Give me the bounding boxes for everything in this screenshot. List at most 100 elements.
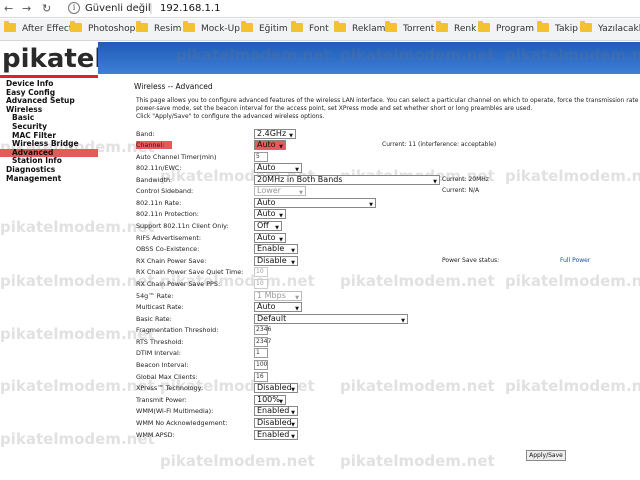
multicast-row: Multicast Rate: Auto ▼ xyxy=(136,302,636,313)
watermark: pikatelmodem.net xyxy=(160,452,315,470)
security-label[interactable]: Güvenli değil xyxy=(85,3,151,14)
separator: | xyxy=(149,1,153,14)
n-ewc-select[interactable]: Auto ▼ xyxy=(254,163,302,173)
basic-rate-select[interactable]: Default ▼ xyxy=(254,314,408,324)
wmm-noack-select[interactable]: Disabled ▼ xyxy=(254,418,298,428)
rx-chain-select[interactable]: Disable ▼ xyxy=(254,256,298,266)
beacon-row: Beacon Interval: 100 xyxy=(136,360,636,371)
n-ewc-row: 802.11n/EWC: Auto ▼ xyxy=(136,163,636,174)
content-header: Wireless -- Advanced xyxy=(134,82,640,97)
n-rate-select[interactable]: Auto ▼ xyxy=(254,198,376,208)
bookmark-renk[interactable]: Renk xyxy=(436,21,476,37)
wmm-row: WMM(Wi-Fi Multimedia): Enabled ▼ xyxy=(136,406,636,417)
folder-icon xyxy=(70,21,82,32)
max-clients-row: Global Max Clients: 16 xyxy=(136,372,636,383)
banner-accent xyxy=(0,75,98,78)
xpress-select[interactable]: Disabled ▼ xyxy=(254,383,298,393)
bookmark-egitim[interactable]: Eğitim xyxy=(241,21,288,37)
bookmark-photoshop[interactable]: Photoshop xyxy=(70,21,135,37)
dtim-input[interactable]: 1 xyxy=(254,348,268,358)
folder-icon xyxy=(241,21,253,32)
rx-quiet-input[interactable]: 10 xyxy=(254,267,268,277)
n-rate-label: 802.11n Rate: xyxy=(136,199,182,207)
auto-timer-row: Auto Channel Timer(min) 5 xyxy=(136,152,636,163)
band-row: Band: 2.4GHz ▼ xyxy=(136,129,636,140)
band-label: Band: xyxy=(136,130,155,138)
rx-pps-row: RX Chain Power Save PPS: 10 xyxy=(136,279,636,290)
rx-chain-row: RX Chain Power Save: Disable ▼ Power Save… xyxy=(136,256,636,267)
frag-input[interactable]: 2346 xyxy=(254,325,271,335)
n-client-only-row: Support 802.11n Client Only: Off ▼ xyxy=(136,221,636,232)
sideband-current: Current: N/A xyxy=(442,187,480,194)
reload-icon[interactable]: ↻ xyxy=(42,2,51,15)
power-save-status-label: Power Save status: xyxy=(442,257,500,264)
wmm-apsd-select[interactable]: Enabled ▼ xyxy=(254,430,298,440)
frag-row: Fragmentation Threshold: 2346 xyxy=(136,325,636,336)
n-client-only-label: Support 802.11n Client Only: xyxy=(136,222,229,230)
dtim-row: DTIM Interval: 1 xyxy=(136,348,636,359)
bookmark-yazilacaklar[interactable]: Yazılacaklar xyxy=(580,21,640,37)
logo: pikatel xyxy=(2,44,104,74)
folder-icon xyxy=(385,21,397,32)
address-bar: ← → ↻ i Güvenli değil | 192.168.1.1 xyxy=(0,0,640,18)
watermark: pikatelmodem.net xyxy=(340,452,495,470)
n-client-only-select[interactable]: Off ▼ xyxy=(254,221,282,231)
rx-pps-label: RX Chain Power Save PPS: xyxy=(136,280,221,288)
bookmark-mock-up[interactable]: Mock-Up xyxy=(183,21,240,37)
watermark: pikatelmodem.net xyxy=(0,272,155,290)
back-icon[interactable]: ← xyxy=(4,2,13,15)
sideband-label: Control Sideband: xyxy=(136,187,194,195)
rifs-row: RIFS Advertisement: Auto ▼ xyxy=(136,233,636,244)
router-page: pikatel pikatelmodem.net pikatelmodem.ne… xyxy=(0,42,640,480)
n-protection-select[interactable]: Auto ▼ xyxy=(254,209,286,219)
folder-icon xyxy=(478,21,490,32)
folder-icon xyxy=(537,21,549,32)
beacon-input[interactable]: 100 xyxy=(254,360,268,370)
bookmark-font[interactable]: Font xyxy=(291,21,329,37)
obss-select[interactable]: Enable ▼ xyxy=(254,244,298,254)
description-line: This page allows you to configure advanc… xyxy=(136,97,640,104)
banner-bar xyxy=(98,42,640,74)
auto-timer-input[interactable]: 5 xyxy=(254,152,268,162)
bandwidth-label: Bandwidth: xyxy=(136,176,173,184)
basic-rate-label: Basic Rate: xyxy=(136,315,172,323)
apply-save-button[interactable]: Apply/Save xyxy=(526,450,566,461)
obss-label: OBSS Co-Existence: xyxy=(136,245,200,253)
n-protection-label: 802.11n Protection: xyxy=(136,210,199,218)
rifs-select[interactable]: Auto ▼ xyxy=(254,233,286,243)
tx-power-label: Transmit Power: xyxy=(136,396,187,404)
rx-quiet-row: RX Chain Power Save Quiet Time: 10 xyxy=(136,267,636,278)
tx-power-select[interactable]: 100% ▼ xyxy=(254,395,286,405)
auto-timer-label: Auto Channel Timer(min) xyxy=(136,153,217,161)
rts-input[interactable]: 2347 xyxy=(254,337,271,347)
rifs-label: RIFS Advertisement: xyxy=(136,234,202,242)
info-icon[interactable]: i xyxy=(68,2,80,14)
channel-select[interactable]: Auto ▼ xyxy=(254,140,286,150)
channel-current: Current: 11 (interference: acceptable) xyxy=(382,141,497,148)
watermark: pikatelmodem.net xyxy=(0,218,155,236)
multicast-select[interactable]: Auto ▼ xyxy=(254,302,302,312)
wmm-select[interactable]: Enabled ▼ xyxy=(254,406,298,416)
bookmark-takip[interactable]: Takip xyxy=(537,21,578,37)
g-rate-select[interactable]: 1 Mbps ▼ xyxy=(254,291,302,301)
forward-icon[interactable]: → xyxy=(22,2,31,15)
sidebar-item-management[interactable]: Management xyxy=(0,174,98,184)
bookmark-torrent[interactable]: Torrent xyxy=(385,21,434,37)
bookmark-reklam[interactable]: Reklam xyxy=(334,21,385,37)
max-clients-input[interactable]: 16 xyxy=(254,372,268,382)
sideband-select[interactable]: Lower ▼ xyxy=(254,186,306,196)
watermark: pikatelmodem.net xyxy=(0,325,155,343)
bookmark-after-effect[interactable]: After Effect xyxy=(4,21,72,37)
sideband-row: Control Sideband: Lower ▼ Current: N/A xyxy=(136,186,636,197)
bookmark-program[interactable]: Program xyxy=(478,21,534,37)
wmm-apsd-row: WMM APSD: Enabled ▼ xyxy=(136,430,636,441)
banner: pikatel xyxy=(0,42,640,78)
rx-pps-input[interactable]: 10 xyxy=(254,279,268,289)
multicast-label: Multicast Rate: xyxy=(136,303,184,311)
bookmark-resim[interactable]: Resim xyxy=(136,21,181,37)
bandwidth-select[interactable]: 20MHz in Both Bands ▼ xyxy=(254,175,440,185)
url-field[interactable]: 192.168.1.1 xyxy=(160,3,220,14)
band-select[interactable]: 2.4GHz ▼ xyxy=(254,129,296,139)
wmm-noack-row: WMM No Acknowledgement: Disabled ▼ xyxy=(136,418,636,429)
folder-icon xyxy=(4,21,16,32)
